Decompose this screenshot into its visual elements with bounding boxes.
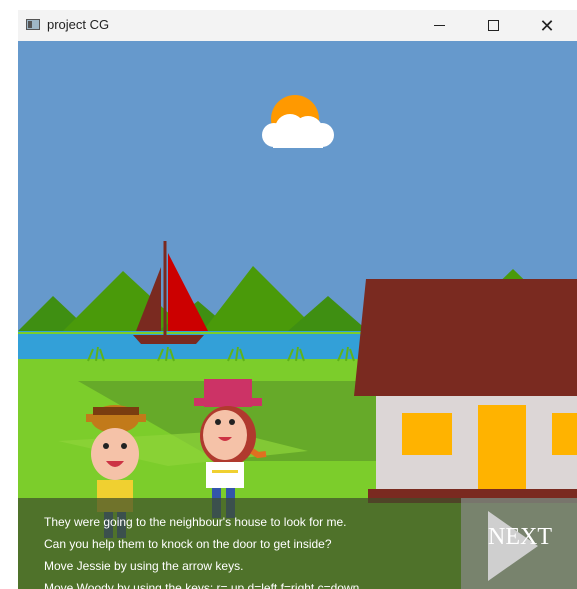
close-icon: ✕ (539, 15, 555, 36)
app-window: project CG ✕ They were going to the neig… (18, 10, 577, 589)
app-icon (26, 19, 40, 30)
next-button[interactable]: NEXT (488, 524, 552, 551)
game-canvas[interactable]: They were going to the neighbour's house… (18, 41, 577, 589)
close-button[interactable]: ✕ (524, 10, 570, 41)
window-title: project CG (47, 17, 110, 32)
house-door (478, 405, 526, 491)
dialog-line-1: They were going to the neighbour's house… (44, 515, 347, 529)
maximize-icon (487, 20, 499, 31)
house (354, 279, 577, 503)
dialog-line-2: Can you help them to knock on the door t… (44, 537, 332, 551)
scene-svg (18, 41, 577, 589)
title-bar[interactable]: project CG ✕ (18, 10, 577, 41)
maximize-button[interactable] (470, 10, 516, 41)
minimize-icon (433, 25, 445, 26)
minimize-button[interactable] (416, 10, 462, 41)
dialog-line-3: Move Jessie by using the arrow keys. (44, 559, 244, 573)
dialog-line-4: Move Woody by using the keys: r= up,d=le… (44, 581, 360, 589)
